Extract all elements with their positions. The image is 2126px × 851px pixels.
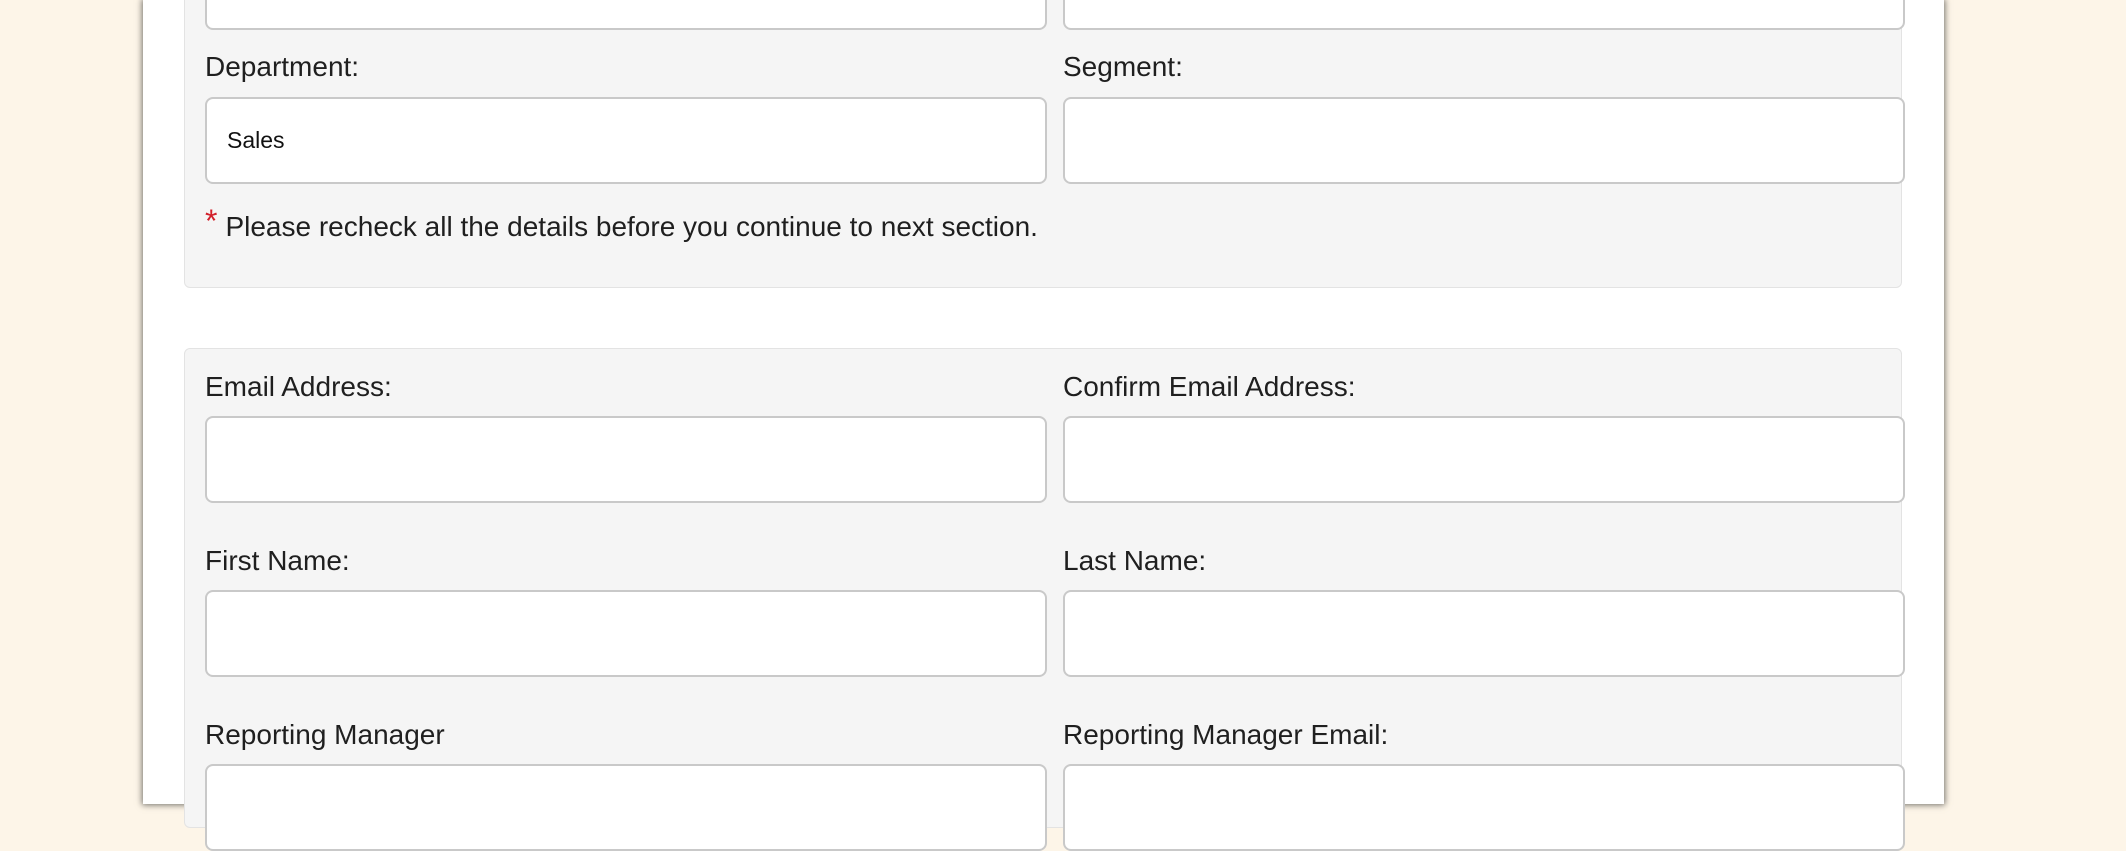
organization-details-panel: Department: Segment: *Please recheck all…	[184, 0, 1905, 288]
first-name-input[interactable]	[205, 590, 1047, 677]
reporting-manager-email-label: Reporting Manager Email:	[1063, 719, 1389, 750]
email-input[interactable]	[205, 416, 1047, 503]
first-name-label: First Name:	[205, 545, 350, 576]
reporting-manager-label: Reporting Manager	[205, 719, 445, 750]
last-name-label: Last Name:	[1063, 545, 1207, 576]
segment-input[interactable]	[1063, 97, 1905, 184]
previous-left-input[interactable]	[205, 0, 1047, 30]
confirm-email-input[interactable]	[1063, 416, 1905, 503]
reporting-manager-email-input[interactable]	[1063, 764, 1905, 851]
email-label: Email Address:	[205, 371, 392, 402]
confirm-email-label: Confirm Email Address:	[1063, 371, 1356, 402]
reporting-manager-input[interactable]	[205, 764, 1047, 851]
contact-details-panel: Email Address: Confirm Email Address: Fi…	[184, 348, 1905, 851]
department-label: Department:	[205, 51, 360, 82]
recheck-note-text: Please recheck all the details before yo…	[225, 211, 1038, 242]
recheck-note: * Please recheck all the details before y…	[205, 205, 1038, 243]
last-name-input[interactable]	[1063, 590, 1905, 677]
segment-label: Segment:	[1063, 51, 1183, 82]
form-page: Department: Segment: *Please recheck all…	[143, 0, 1944, 851]
department-input[interactable]	[205, 97, 1047, 184]
previous-right-input[interactable]	[1063, 0, 1905, 30]
required-marker: *	[205, 203, 218, 239]
